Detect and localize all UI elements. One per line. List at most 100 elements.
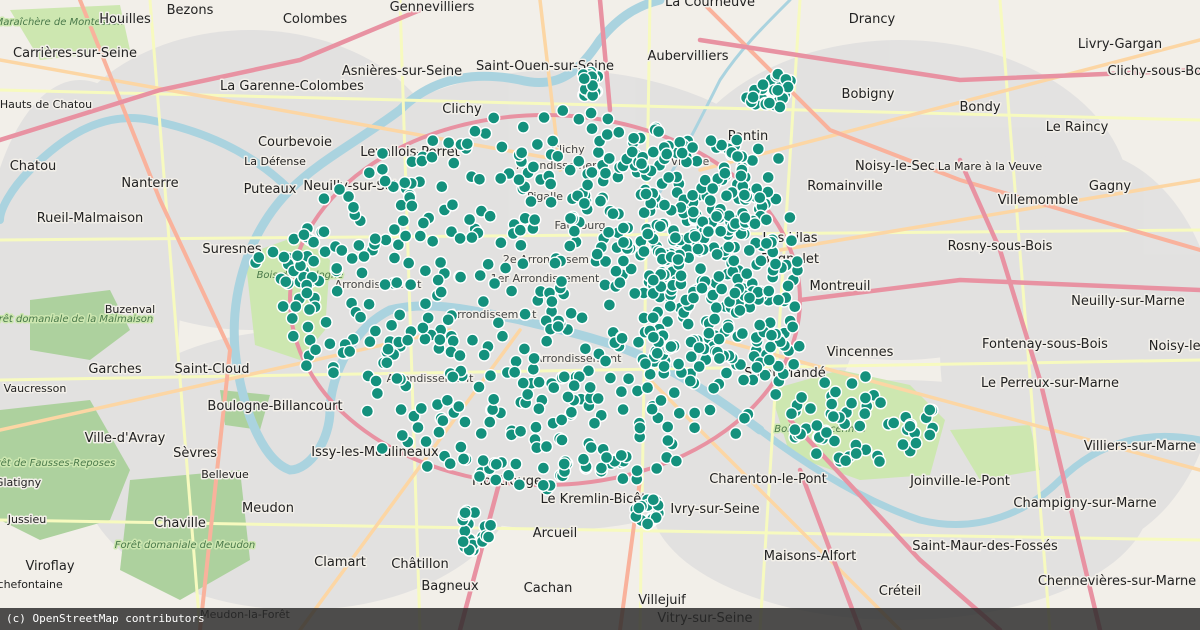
location-marker[interactable] [585, 165, 599, 180]
location-marker[interactable] [762, 96, 777, 110]
location-marker[interactable] [585, 121, 599, 136]
location-marker[interactable] [330, 284, 344, 298]
location-marker[interactable] [712, 351, 727, 366]
location-marker[interactable] [483, 209, 497, 223]
location-marker[interactable] [491, 316, 506, 330]
location-marker[interactable] [301, 320, 315, 334]
location-marker[interactable] [662, 170, 676, 185]
location-marker[interactable] [786, 320, 800, 334]
location-marker[interactable] [307, 254, 321, 268]
location-marker[interactable] [332, 182, 347, 197]
location-marker[interactable] [489, 473, 503, 487]
location-marker[interactable] [402, 256, 416, 270]
location-marker[interactable] [537, 110, 551, 125]
location-marker[interactable] [375, 441, 389, 456]
location-marker[interactable] [707, 312, 722, 326]
location-marker[interactable] [453, 270, 468, 284]
location-marker[interactable] [669, 454, 684, 468]
location-marker[interactable] [516, 120, 530, 134]
location-marker[interactable] [504, 284, 519, 298]
location-marker[interactable] [673, 135, 687, 150]
location-marker[interactable] [299, 359, 314, 373]
location-marker[interactable] [613, 276, 627, 290]
location-marker[interactable] [809, 447, 824, 461]
location-marker[interactable] [447, 156, 461, 170]
location-marker[interactable] [279, 275, 293, 289]
location-marker[interactable] [598, 166, 613, 181]
location-marker[interactable] [703, 193, 717, 208]
location-marker[interactable] [456, 535, 470, 549]
location-marker[interactable] [369, 374, 383, 388]
location-marker[interactable] [516, 257, 530, 271]
location-marker[interactable] [512, 172, 526, 187]
location-marker[interactable] [564, 306, 578, 320]
location-marker[interactable] [411, 420, 425, 435]
location-marker[interactable] [828, 385, 843, 399]
location-marker[interactable] [719, 189, 734, 203]
location-marker[interactable] [446, 370, 460, 384]
location-marker[interactable] [285, 311, 299, 326]
location-marker[interactable] [729, 426, 743, 441]
location-marker[interactable] [477, 348, 491, 362]
location-marker[interactable] [709, 209, 724, 224]
location-marker[interactable] [640, 381, 655, 395]
location-marker[interactable] [577, 196, 592, 211]
location-marker[interactable] [557, 370, 571, 384]
location-marker[interactable] [887, 416, 901, 430]
location-marker[interactable] [728, 286, 742, 300]
location-marker[interactable] [346, 200, 361, 215]
location-marker[interactable] [691, 242, 705, 256]
location-marker[interactable] [401, 333, 415, 347]
location-marker[interactable] [702, 326, 716, 340]
location-marker[interactable] [730, 133, 744, 147]
location-marker[interactable] [384, 318, 399, 332]
location-marker[interactable] [375, 146, 390, 161]
location-marker[interactable] [762, 353, 776, 367]
location-marker[interactable] [443, 457, 457, 471]
location-marker[interactable] [362, 297, 376, 311]
location-marker[interactable] [578, 342, 593, 356]
location-marker[interactable] [873, 396, 888, 410]
location-marker[interactable] [395, 428, 409, 443]
location-marker[interactable] [387, 222, 402, 237]
location-marker[interactable] [567, 224, 582, 238]
location-marker[interactable] [532, 402, 546, 416]
location-marker[interactable] [923, 403, 937, 417]
location-marker[interactable] [404, 278, 418, 292]
location-marker[interactable] [554, 274, 569, 289]
location-marker[interactable] [487, 276, 502, 291]
location-marker[interactable] [528, 212, 542, 227]
location-marker[interactable] [465, 333, 480, 347]
location-marker[interactable] [667, 386, 681, 400]
location-marker[interactable] [481, 257, 495, 271]
location-marker[interactable] [436, 414, 450, 428]
location-marker[interactable] [526, 362, 540, 376]
location-marker[interactable] [593, 194, 608, 208]
location-marker[interactable] [425, 150, 439, 164]
location-marker[interactable] [458, 415, 472, 429]
location-marker[interactable] [788, 300, 802, 314]
location-marker[interactable] [509, 457, 523, 471]
location-marker[interactable] [563, 239, 577, 253]
location-marker[interactable] [289, 299, 303, 314]
location-marker[interactable] [653, 219, 667, 234]
location-marker[interactable] [751, 142, 765, 156]
location-marker[interactable] [763, 340, 778, 354]
location-marker[interactable] [317, 225, 331, 239]
location-marker[interactable] [764, 328, 779, 342]
location-marker[interactable] [378, 174, 392, 188]
location-marker[interactable] [276, 299, 290, 314]
location-marker[interactable] [657, 359, 671, 374]
location-marker[interactable] [330, 261, 344, 276]
location-marker[interactable] [577, 71, 591, 86]
location-marker[interactable] [693, 262, 708, 276]
location-marker[interactable] [452, 399, 466, 414]
location-marker[interactable] [660, 147, 674, 161]
location-marker[interactable] [441, 313, 455, 327]
location-marker[interactable] [509, 354, 523, 369]
location-marker[interactable] [903, 419, 917, 433]
location-marker[interactable] [544, 195, 558, 210]
location-marker[interactable] [567, 379, 581, 393]
location-marker[interactable] [748, 217, 762, 231]
location-marker[interactable] [839, 454, 853, 468]
